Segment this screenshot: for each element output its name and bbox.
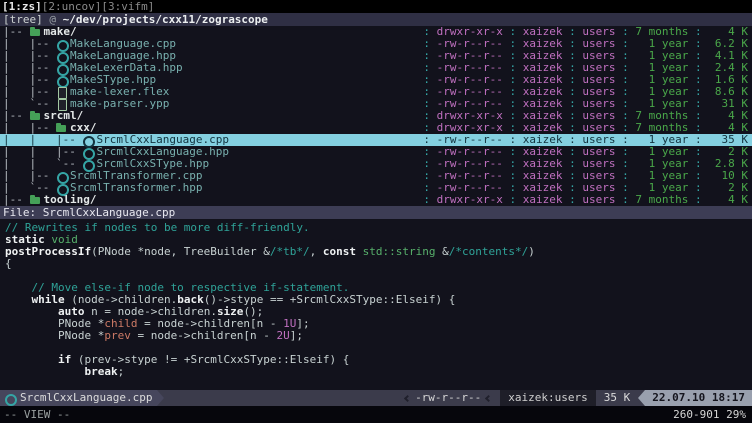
doc-icon [56,87,68,97]
preview-file-name: SrcmlCxxLanguage.cpp [43,207,175,219]
gear-icon [56,51,68,61]
status-file-size: 35 K [596,392,639,404]
tab-bar: [1:zs][2:uncov][3:vifm] [0,0,752,13]
chevron-left-icon [485,394,492,401]
preview-file-bar: File: SrcmlCxxLanguage.cpp [0,206,752,219]
code-line: // Rewrites if nodes to be more diff-fri… [5,222,752,234]
gear-icon [82,147,94,157]
powerline-arrow-right-icon [157,390,164,406]
scroll-position: 260-901 29% [673,409,746,421]
file-name: make-parser.ypp [70,98,169,110]
code-line: postProcessIf(PNode *node, TreeBuilder &… [5,246,752,258]
gear-icon [56,75,68,85]
file-tree: |-- make/: drwxr-xr-x : xaizek : users :… [0,26,752,206]
gear-icon [56,63,68,73]
mode-indicator: -- VIEW -- [4,409,70,421]
folder-icon [30,111,42,121]
view-mode-label: [tree] [3,14,43,26]
current-path: ~/dev/projects/cxx11/zograscope [63,14,268,26]
status-owner-group: xaizek:users [500,390,595,406]
tree-branch: |-- [3,194,30,206]
code-line [5,378,752,390]
folder-icon [56,123,68,133]
tree-row[interactable]: |-- tooling/ : drwxr-xr-x : xaizek : user… [0,194,752,206]
path-separator: @ [43,14,63,26]
file-name: tooling/ [44,194,97,206]
gear-icon [4,393,16,403]
file-meta: : drwxr-xr-x : xaizek : users : 7 months… [423,194,752,206]
chevron-left-icon [404,394,411,401]
folder-icon [30,27,42,37]
status-file-segment: SrcmlCxxLanguage.cpp [0,390,157,406]
tab-1[interactable]: [1:zs] [2,1,42,13]
status-file-name: SrcmlCxxLanguage.cpp [20,392,152,404]
status-datetime: 22.07.10 18:17 [645,390,752,406]
gear-icon [56,39,68,49]
code-line: break; [5,366,752,378]
code-line: { [5,258,752,270]
gear-icon [82,135,94,145]
status-permissions: -rw-r--r-- [415,392,481,404]
vifm-terminal: [1:zs][2:uncov][3:vifm] [tree] @ ~/dev/p… [0,0,752,423]
tab-3[interactable]: [3:vifm] [101,1,154,13]
code-line: PNode *prev = node->children[n - 2U]; [5,330,752,342]
code-view: // Rewrites if nodes to be more diff-fri… [0,219,752,390]
tab-2[interactable]: [2:uncov] [42,1,102,13]
gear-icon [82,159,94,169]
status-bar: SrcmlCxxLanguage.cpp -rw-r--r-- xaizek:u… [0,390,752,406]
preview-file-label: File: [3,207,43,219]
folder-icon [30,195,42,205]
doc-icon [56,99,68,109]
powerline-arrow-left-icon [638,390,645,406]
gear-icon [56,183,68,193]
command-line-bar: -- VIEW -- 260-901 29% [0,406,752,423]
status-right-group: -rw-r--r-- xaizek:users 35 K 22.07.10 18… [400,390,752,406]
gear-icon [56,171,68,181]
